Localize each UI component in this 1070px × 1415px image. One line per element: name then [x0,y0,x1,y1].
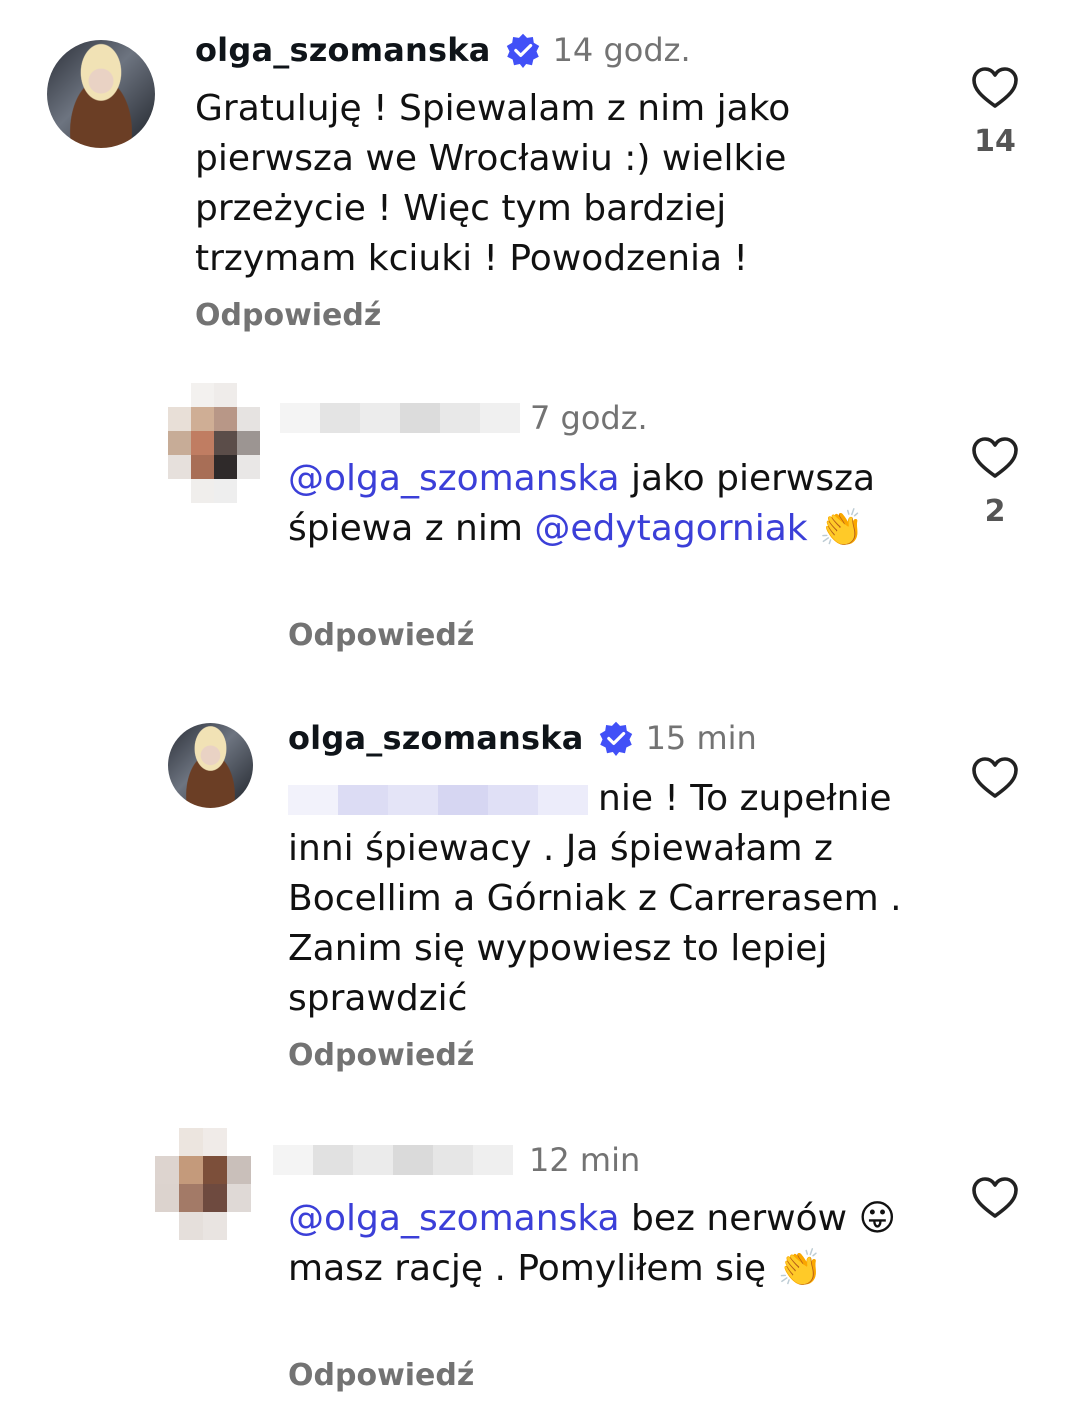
verified-badge-icon [599,721,632,756]
mention-link[interactable]: @olga_szomanska [288,458,620,499]
reply-button[interactable]: Odpowiedź [288,1358,474,1393]
comment-text: Gratuluję ! Spiewalam z nim jako pierwsz… [195,88,791,279]
reply-button[interactable]: Odpowiedź [195,298,381,333]
comment-header: olga_szomanska 14 godz. [195,28,691,72]
heart-outline-icon [972,1177,1018,1218]
timestamp: 7 godz. [530,399,648,437]
heart-outline-icon [972,437,1018,478]
comment-text: nie ! To zupełnie inni śpiewacy . Ja śpi… [288,778,902,1019]
clapping-hands-emoji: 👏 [777,1248,823,1289]
comment-text: @olga_szomanska jako pierwsza śpiewa z n… [288,458,876,549]
like-button[interactable] [969,756,1021,800]
comment-header: 12 min [273,1138,640,1182]
avatar-olga[interactable] [47,40,155,148]
avatar-blurred[interactable] [155,1128,251,1240]
heart-outline-icon [972,757,1018,798]
avatar-blurred[interactable] [168,383,260,503]
like-count: 2 [984,494,1006,529]
timestamp: 15 min [645,719,757,757]
comment-header: 7 godz. [280,396,648,440]
verified-badge-icon [506,33,539,68]
username-blurred[interactable] [280,403,520,433]
heart-outline-icon [972,67,1018,108]
avatar-olga[interactable] [168,723,253,808]
reply-button[interactable]: Odpowiedź [288,1038,474,1073]
reply-button[interactable]: Odpowiedź [288,618,474,653]
clapping-hands-emoji: 👏 [819,508,864,549]
timestamp: 12 min [529,1141,641,1179]
username-blurred[interactable] [273,1145,513,1175]
like-count: 14 [974,124,1016,159]
mention-link[interactable]: @olga_szomanska [288,1198,620,1239]
tongue-emoji: 😛 [858,1198,897,1239]
timestamp: 14 godz. [552,31,691,69]
like-button[interactable] [969,1176,1021,1220]
mention-blurred[interactable] [288,785,588,815]
username[interactable]: olga_szomanska [195,31,491,69]
like-button[interactable]: 14 [969,66,1021,159]
mention-link[interactable]: @edytagorniak [534,508,807,549]
comment-text: @olga_szomanska bez nerwów 😛 masz rację … [288,1198,897,1289]
comment-header: olga_szomanska 15 min [288,716,757,760]
username[interactable]: olga_szomanska [288,719,584,757]
like-button[interactable]: 2 [969,436,1021,529]
